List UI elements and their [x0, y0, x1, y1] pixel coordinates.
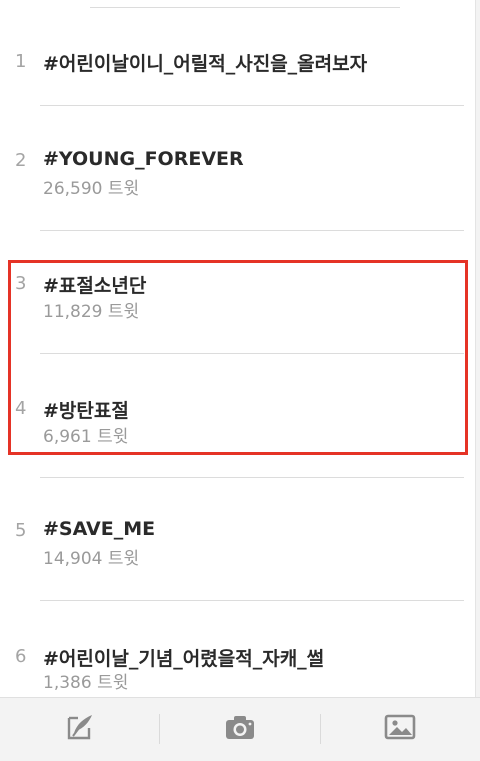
toolbar-divider	[320, 714, 321, 744]
trend-item-1[interactable]: 1 #어린이날이니_어릴적_사진을_올려보자	[0, 45, 476, 105]
compose-button[interactable]	[62, 712, 98, 746]
trend-rank: 1	[15, 51, 27, 72]
divider	[40, 477, 464, 478]
tweet-count: 14,904 트윗	[43, 549, 140, 569]
trend-item-4[interactable]: 4 #방탄표절 6,961 트윗	[0, 395, 476, 455]
image-icon	[384, 713, 416, 745]
trend-hashtag[interactable]: #표절소년단	[43, 271, 146, 298]
trend-hashtag[interactable]: #어린이날_기념_어렸을적_자캐_썰	[43, 644, 324, 671]
divider	[40, 105, 464, 106]
trend-rank: 4	[15, 398, 27, 419]
divider	[40, 230, 464, 231]
compose-toolbar	[0, 697, 480, 761]
trend-rank: 6	[15, 646, 27, 667]
trend-rank: 5	[15, 520, 27, 541]
trends-list: 1 #어린이날이니_어릴적_사진을_올려보자 2 #YOUNG_FOREVER …	[0, 0, 476, 697]
toolbar-divider	[159, 714, 160, 744]
tweet-count: 26,590 트윗	[43, 179, 140, 199]
tweet-count: 6,961 트윗	[43, 427, 129, 447]
tweet-count: 1,386 트윗	[43, 673, 129, 693]
trend-item-5[interactable]: 5 #SAVE_ME 14,904 트윗	[0, 517, 476, 587]
trend-hashtag[interactable]: #YOUNG_FOREVER	[43, 148, 244, 170]
trend-rank: 2	[15, 150, 27, 171]
trend-hashtag[interactable]: #방탄표절	[43, 396, 129, 423]
compose-icon	[65, 712, 95, 746]
trend-rank: 3	[15, 273, 27, 294]
camera-icon	[224, 713, 256, 745]
tweet-count: 11,829 트윗	[43, 302, 140, 322]
trend-item-3[interactable]: 3 #표절소년단 11,829 트윗	[0, 270, 476, 350]
image-button[interactable]	[382, 712, 418, 746]
trend-item-2[interactable]: 2 #YOUNG_FOREVER 26,590 트윗	[0, 148, 476, 228]
divider	[40, 600, 464, 601]
top-divider	[90, 7, 400, 8]
divider	[40, 353, 464, 354]
trend-hashtag[interactable]: #어린이날이니_어릴적_사진을_올려보자	[43, 49, 367, 76]
trend-hashtag[interactable]: #SAVE_ME	[43, 518, 155, 540]
trend-item-6[interactable]: 6 #어린이날_기념_어렸을적_자캐_썰 1,386 트윗	[0, 643, 476, 697]
camera-button[interactable]	[222, 712, 258, 746]
